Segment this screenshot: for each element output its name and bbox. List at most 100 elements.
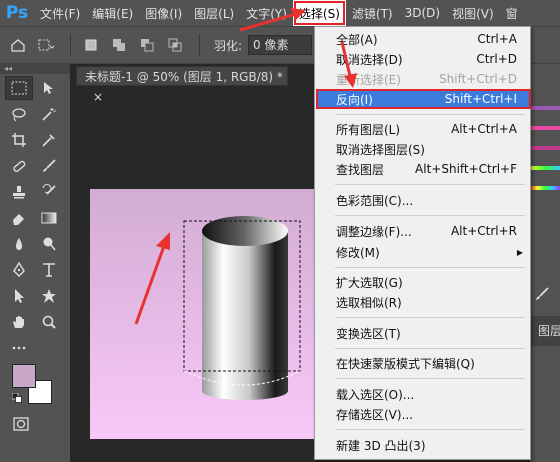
rectangular-marquee-tool-icon[interactable] (5, 76, 33, 100)
menu-item-label: 选取相似(R) (336, 295, 402, 310)
hand-tool-icon[interactable] (5, 310, 33, 334)
add-selection-icon[interactable] (107, 33, 131, 57)
tools-collapse-handle[interactable]: ◂◂ (0, 64, 70, 74)
dodge-tool-icon[interactable] (35, 232, 63, 256)
menu-item-transform-selection[interactable]: 变换选区(T) (316, 323, 531, 343)
options-divider (70, 34, 71, 56)
swatch-magenta[interactable] (530, 146, 560, 150)
menu-3d[interactable]: 3D(D) (399, 0, 446, 26)
menu-item-inverse[interactable]: 反向(I) Shift+Ctrl+I (316, 89, 531, 109)
submenu-arrow-icon: ▶ (516, 247, 523, 257)
canvas[interactable] (90, 189, 320, 439)
zoom-tool-icon[interactable] (35, 310, 63, 334)
gradient-tool-icon[interactable] (35, 206, 63, 230)
foreground-color-swatch[interactable] (12, 364, 36, 388)
menu-image[interactable]: 图像(I) (139, 0, 188, 26)
menu-item-all-layers[interactable]: 所有图层(L) Alt+Ctrl+A (316, 119, 531, 139)
menu-item-shortcut: Alt+Shift+Ctrl+F (415, 162, 517, 176)
menu-item-label: 修改(M) (336, 245, 380, 260)
menu-item-label: 存储选区(V)... (336, 407, 414, 422)
new-selection-icon[interactable] (79, 33, 103, 57)
menu-item-label: 在快速蒙版模式下编辑(Q) (336, 356, 475, 371)
right-panel-strip: 图层 (530, 64, 560, 462)
healing-brush-tool-icon[interactable] (5, 154, 33, 178)
menu-item-label: 取消选择图层(S) (336, 142, 425, 157)
menu-item-quick-mask[interactable]: 在快速蒙版模式下编辑(Q) (316, 353, 531, 373)
swatch-spectrum[interactable] (530, 166, 560, 170)
feather-label: 羽化: (214, 38, 243, 53)
menu-item-grow[interactable]: 扩大选取(G) (316, 272, 531, 292)
menu-filter[interactable]: 滤镜(T) (346, 0, 399, 26)
menu-item-shortcut: Alt+Ctrl+R (450, 224, 517, 238)
menu-item-label: 载入选区(O)... (336, 387, 415, 402)
swatch-rainbow[interactable] (530, 186, 560, 190)
menu-separator (335, 378, 525, 379)
menu-item-label: 调整边缘(F)... (336, 224, 412, 239)
menu-item-label: 查找图层 (336, 162, 385, 177)
menu-item-label: 扩大选取(G) (336, 275, 403, 290)
menu-item-label: 反向(I) (336, 92, 373, 107)
blur-tool-icon[interactable] (5, 232, 33, 256)
tools-panel: ◂◂ (0, 64, 70, 462)
menu-separator (335, 267, 525, 268)
menu-separator (335, 429, 525, 430)
document-tab-close-icon[interactable]: × (93, 90, 103, 104)
lasso-tool-icon[interactable] (5, 102, 33, 126)
more-tools-icon[interactable] (5, 336, 33, 360)
menu-item-shortcut: Shift+Ctrl+D (439, 72, 517, 86)
eyedropper-tool-icon[interactable] (35, 128, 63, 152)
default-colors-icon[interactable] (11, 392, 22, 403)
menu-item-label: 色彩范围(C)... (336, 193, 414, 208)
menu-item-modify[interactable]: 修改(M) ▶ (316, 242, 531, 262)
menu-separator (335, 348, 525, 349)
home-icon[interactable] (6, 33, 30, 57)
photoshop-logo: Ps (5, 3, 29, 23)
move-tool-icon[interactable] (35, 76, 63, 100)
swatch-purple[interactable] (530, 106, 560, 110)
menu-item-label: 新建 3D 凸出(3) (336, 438, 426, 453)
feather-input[interactable]: 0 像素 (248, 35, 313, 55)
select-menu-dropdown: 全部(A) Ctrl+A 取消选择(D) Ctrl+D 重新选择(E) Shif… (314, 26, 531, 460)
menu-item-new-3d-extrusion[interactable]: 新建 3D 凸出(3) (316, 435, 531, 455)
menu-item-load-selection[interactable]: 载入选区(O)... (316, 384, 531, 404)
menu-view[interactable]: 视图(V) (446, 0, 500, 26)
menu-layer[interactable]: 图层(L) (188, 0, 240, 26)
intersect-selection-icon[interactable] (163, 33, 187, 57)
menu-separator (335, 317, 525, 318)
quick-mask-icon[interactable] (12, 416, 30, 432)
menu-item-deselect-layers[interactable]: 取消选择图层(S) (316, 139, 531, 159)
menu-item-refine-edge[interactable]: 调整边缘(F)... Alt+Ctrl+R (316, 221, 531, 241)
cylinder-artwork (183, 216, 301, 400)
menu-file[interactable]: 文件(F) (34, 0, 86, 26)
clone-stamp-tool-icon[interactable] (5, 180, 33, 204)
menu-item-similar[interactable]: 选取相似(R) (316, 292, 531, 312)
history-brush-tool-icon[interactable] (35, 180, 63, 204)
subtract-selection-icon[interactable] (135, 33, 159, 57)
document-tab[interactable]: 未标题-1 @ 50% (图层 1, RGB/8) * × (76, 66, 288, 104)
menu-window[interactable]: 窗 (500, 0, 524, 26)
layers-panel-tab[interactable]: 图层 (530, 316, 560, 346)
crop-tool-icon[interactable] (5, 128, 33, 152)
annotation-arrow-icon (239, 8, 306, 32)
swatch-pink[interactable] (530, 126, 560, 130)
document-tab-title: 未标题-1 @ 50% (图层 1, RGB/8) * (85, 70, 283, 84)
options-divider (199, 34, 200, 56)
magic-wand-tool-icon[interactable] (35, 102, 63, 126)
menu-item-save-selection[interactable]: 存储选区(V)... (316, 404, 531, 424)
menu-item-shortcut: Ctrl+A (477, 32, 517, 46)
annotation-arrow-icon (134, 232, 170, 325)
menu-separator (335, 114, 525, 115)
pen-tool-icon[interactable] (5, 258, 33, 282)
brush-tool-icon[interactable] (35, 154, 63, 178)
menu-item-label: 所有图层(L) (336, 122, 401, 137)
eraser-tool-icon[interactable] (5, 206, 33, 230)
annotation-arrow-icon (340, 41, 357, 88)
menu-edit[interactable]: 编辑(E) (86, 0, 139, 26)
brush-panel-icon[interactable] (534, 286, 550, 306)
menu-item-color-range[interactable]: 色彩范围(C)... (316, 190, 531, 210)
path-selection-tool-icon[interactable] (5, 284, 33, 308)
custom-shape-tool-icon[interactable] (35, 284, 63, 308)
marquee-preset-icon[interactable] (34, 33, 58, 57)
menu-item-find-layers[interactable]: 查找图层 Alt+Shift+Ctrl+F (316, 159, 531, 179)
type-tool-icon[interactable] (35, 258, 63, 282)
